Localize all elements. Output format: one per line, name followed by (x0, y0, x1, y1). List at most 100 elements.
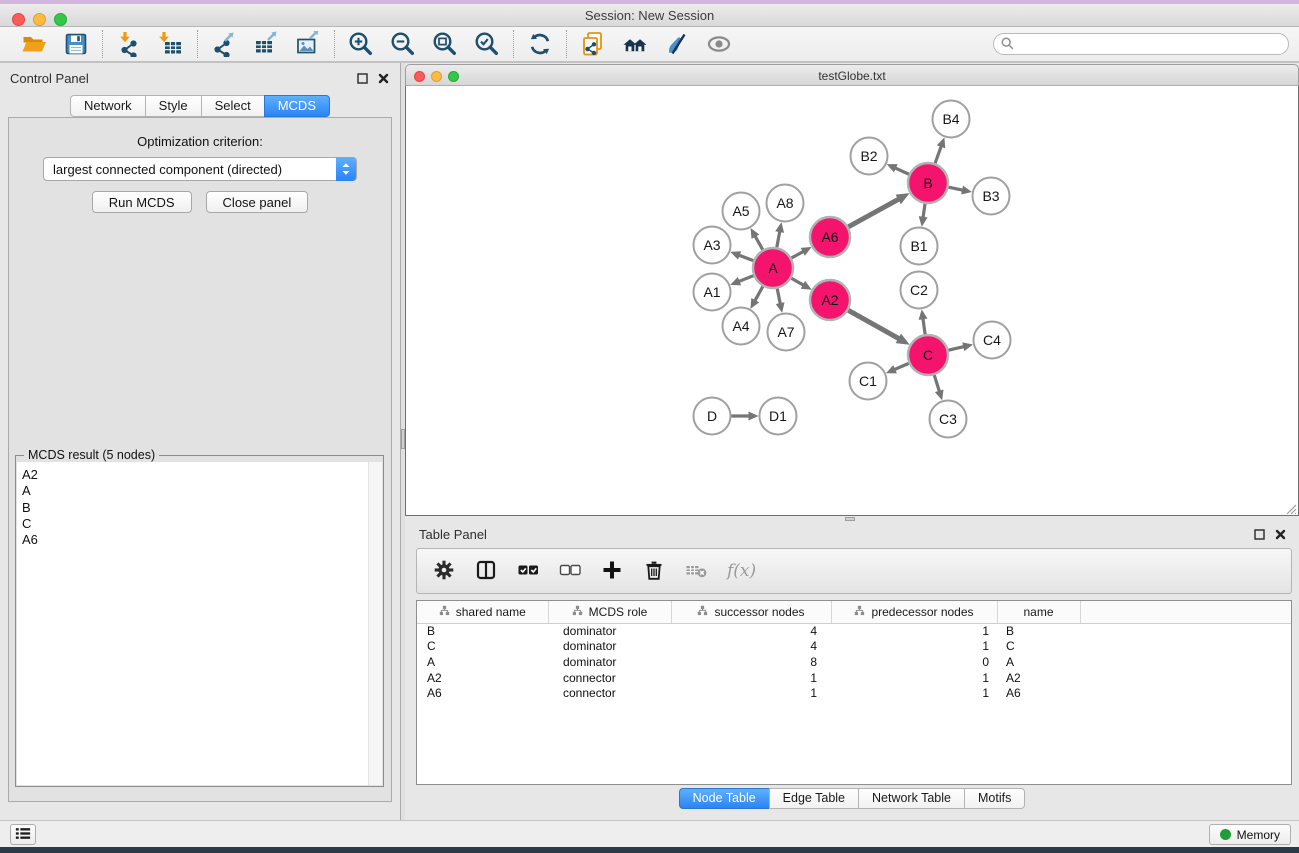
node-C3[interactable]: C3 (930, 401, 967, 438)
edge-B-B2[interactable] (887, 164, 909, 174)
table-cell[interactable]: dominator (548, 654, 671, 670)
table-cell[interactable]: 1 (671, 670, 831, 686)
settings-button[interactable] (433, 559, 455, 584)
tab-motifs[interactable]: Motifs (964, 788, 1025, 809)
table-cell[interactable]: 1 (831, 670, 997, 686)
new-network-from-selection-button[interactable] (576, 29, 610, 59)
edge-B-B3[interactable] (949, 186, 972, 195)
node-D1[interactable]: D1 (760, 398, 797, 435)
import-network-button[interactable] (112, 29, 146, 59)
table-cell[interactable]: A (417, 654, 548, 670)
run-mcds-button[interactable]: Run MCDS (92, 191, 192, 213)
tab-select[interactable]: Select (201, 95, 265, 117)
network-canvas[interactable]: B4B2BB3A8A5A6A3B1AA1C2A2A4A7CC4C1C3DD1 (405, 86, 1299, 516)
table-cell[interactable]: A (997, 654, 1080, 670)
save-session-button[interactable] (59, 29, 93, 59)
node-C4[interactable]: C4 (974, 322, 1011, 359)
table-cell[interactable]: B (417, 623, 548, 639)
table-cell[interactable]: B (997, 623, 1080, 639)
select-all-button[interactable] (517, 559, 539, 584)
edge-A2-C[interactable] (848, 310, 909, 344)
table-cell[interactable]: dominator (548, 639, 671, 655)
tab-node-table[interactable]: Node Table (679, 788, 770, 809)
node-A7[interactable]: A7 (768, 314, 805, 351)
mcds-result-item[interactable]: B (17, 500, 382, 516)
node-D[interactable]: D (694, 398, 731, 435)
zoom-selected-button[interactable] (470, 29, 504, 59)
export-network-button[interactable] (207, 29, 241, 59)
control-panel-float-icon[interactable] (356, 72, 369, 85)
node-B3[interactable]: B3 (973, 178, 1010, 215)
zoom-out-button[interactable] (386, 29, 420, 59)
network-window-titlebar[interactable]: testGlobe.txt (405, 64, 1299, 86)
node-A8[interactable]: A8 (767, 185, 804, 222)
table-cell[interactable]: C (417, 639, 548, 655)
table-cell[interactable]: 1 (831, 685, 997, 701)
deselect-all-button[interactable] (559, 559, 581, 584)
close-panel-button[interactable]: Close panel (206, 191, 309, 213)
graphics-details-button[interactable] (702, 29, 736, 59)
task-history-button[interactable] (10, 824, 36, 845)
edge-A-A2[interactable] (791, 278, 811, 289)
mcds-result-item[interactable]: A6 (17, 532, 382, 548)
table-cell[interactable]: A2 (417, 670, 548, 686)
edge-A-A6[interactable] (791, 247, 811, 258)
style-preview-off-button[interactable] (660, 29, 694, 59)
edge-A-A3[interactable] (730, 251, 753, 260)
table-cell[interactable]: connector (548, 670, 671, 686)
mcds-result-item[interactable]: A (17, 483, 382, 499)
node-A2[interactable]: A2 (810, 280, 850, 320)
table-cell[interactable]: 0 (831, 654, 997, 670)
column-header-shared-name[interactable]: shared name (417, 601, 548, 623)
edge-D-D1[interactable] (732, 412, 759, 421)
edge-C-C1[interactable] (886, 363, 909, 373)
edge-C-C4[interactable] (948, 342, 973, 351)
add-button[interactable] (601, 559, 623, 584)
node-C[interactable]: C (908, 335, 948, 375)
edge-A-A4[interactable] (750, 286, 762, 309)
edge-A6-B[interactable] (848, 193, 909, 227)
resize-grip-icon[interactable] (1285, 502, 1297, 514)
control-panel-close-icon[interactable] (377, 72, 390, 85)
column-header-predecessor-nodes[interactable]: predecessor nodes (831, 601, 997, 623)
table-cell[interactable]: 1 (831, 623, 997, 639)
table-panel-close-icon[interactable] (1274, 528, 1287, 541)
import-table-button[interactable] (154, 29, 188, 59)
open-session-button[interactable] (17, 29, 51, 59)
refresh-view-button[interactable] (523, 29, 557, 59)
splitter-grip[interactable] (845, 517, 855, 521)
export-image-button[interactable] (291, 29, 325, 59)
node-B[interactable]: B (908, 163, 948, 203)
table-cell[interactable]: connector (548, 685, 671, 701)
welcome-screen-button[interactable] (618, 29, 652, 59)
node-B1[interactable]: B1 (901, 228, 938, 265)
node-C2[interactable]: C2 (901, 272, 938, 309)
memory-button[interactable]: Memory (1209, 824, 1291, 845)
tab-network-table[interactable]: Network Table (858, 788, 965, 809)
node-A5[interactable]: A5 (723, 193, 760, 230)
edge-B-B1[interactable] (919, 204, 928, 227)
node-A1[interactable]: A1 (694, 274, 731, 311)
column-header-mcds-role[interactable]: MCDS role (548, 601, 671, 623)
node-A[interactable]: A (753, 248, 793, 288)
export-table-button[interactable] (249, 29, 283, 59)
edge-C-C2[interactable] (919, 309, 928, 334)
zoom-fit-button[interactable] (428, 29, 462, 59)
table-cell[interactable]: A6 (417, 685, 548, 701)
zoom-in-button[interactable] (344, 29, 378, 59)
function-button[interactable]: f(x) (727, 561, 756, 581)
table-row[interactable]: A6connector11A6 (417, 685, 1291, 701)
edge-A-A5[interactable] (751, 228, 763, 250)
table-row[interactable]: Adominator80A (417, 654, 1291, 670)
table-cell[interactable]: 1 (671, 685, 831, 701)
table-row[interactable]: A2connector11A2 (417, 670, 1291, 686)
edge-C-C3[interactable] (934, 375, 943, 400)
edge-A-A7[interactable] (776, 289, 785, 313)
edge-B-B4[interactable] (935, 137, 945, 163)
delete-table-button[interactable] (685, 559, 707, 584)
columns-button[interactable] (475, 559, 497, 584)
node-B4[interactable]: B4 (933, 101, 970, 138)
tab-edge-table[interactable]: Edge Table (769, 788, 859, 809)
column-header-name[interactable]: name (997, 601, 1080, 623)
table-cell[interactable]: dominator (548, 623, 671, 639)
